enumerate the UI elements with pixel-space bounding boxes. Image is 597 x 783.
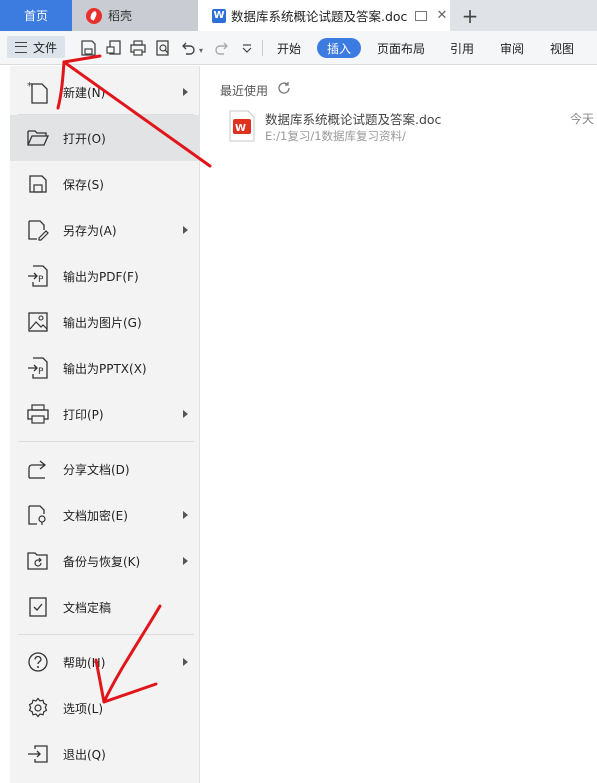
wps-doc-icon[interactable]: W (228, 110, 256, 142)
menu-item-label: 分享文档(D) (63, 462, 130, 477)
submenu-arrow-icon (183, 511, 188, 519)
tab-document[interactable]: W 数据库系统概论试题及答案.doc ✕ (198, 0, 450, 31)
menu-item-save[interactable]: 保存(S) (10, 161, 200, 207)
export-image-icon (26, 310, 50, 334)
menu-item-export-image[interactable]: 输出为图片(G) (10, 299, 200, 345)
ribbon-tab-review[interactable]: 审阅 (495, 38, 529, 58)
menu-item-label: 帮助(H) (63, 655, 106, 670)
daoke-logo-icon (86, 7, 102, 24)
menu-item-label: 输出为PDF(F) (63, 269, 139, 284)
tab-home-label: 首页 (23, 9, 48, 23)
menu-divider (18, 441, 194, 442)
menu-item-label: 退出(Q) (63, 747, 106, 762)
encrypt-icon (26, 503, 50, 527)
recent-file-path: E:/1复习/1数据库复习资料/ (265, 129, 406, 143)
menu-item-backup[interactable]: 备份与恢复(K) (10, 538, 200, 584)
submenu-arrow-icon (183, 658, 188, 666)
finalize-icon (26, 595, 50, 619)
help-icon (26, 650, 50, 674)
menu-item-new[interactable]: * 新建(N) (10, 69, 200, 115)
hamburger-icon (14, 41, 27, 53)
submenu-arrow-icon (183, 226, 188, 234)
menu-item-export-pdf[interactable]: P 输出为PDF(F) (10, 253, 200, 299)
redo-icon[interactable] (212, 38, 232, 58)
menu-item-save-as[interactable]: 另存为(A) (10, 207, 200, 253)
menu-item-label: 另存为(A) (63, 223, 117, 238)
menu-item-label: 打开(O) (63, 131, 106, 146)
menu-item-open[interactable]: 打开(O) (10, 115, 200, 161)
undo-icon[interactable] (178, 38, 198, 58)
close-tab-icon[interactable]: ✕ (436, 8, 447, 23)
svg-text:W: W (235, 123, 246, 134)
save-icon (26, 172, 50, 196)
word-doc-icon: W (212, 8, 226, 23)
submenu-arrow-icon (183, 410, 188, 418)
ribbon-tab-view[interactable]: 视图 (545, 38, 579, 58)
submenu-arrow-icon (183, 557, 188, 565)
menu-item-label: 选项(L) (63, 701, 104, 716)
export-pptx-icon: P (26, 356, 50, 380)
export-pdf-icon: P (26, 264, 50, 288)
svg-text:P: P (38, 275, 44, 285)
exit-icon (26, 742, 50, 766)
file-menu-label: 文件 (32, 40, 57, 55)
ribbon-tab-start[interactable]: 开始 (272, 38, 306, 58)
gear-icon (26, 696, 50, 720)
tab-daoke-label: 稻壳 (108, 9, 133, 23)
menu-item-label: 新建(N) (63, 85, 106, 100)
recent-title: 最近使用 (220, 84, 269, 98)
menu-divider (18, 634, 194, 635)
new-file-icon: * (26, 80, 50, 104)
export-toolbar-icon[interactable] (104, 38, 124, 58)
share-icon (26, 457, 50, 481)
save-toolbar-icon[interactable] (78, 38, 98, 58)
left-margin (0, 66, 10, 783)
backup-icon (26, 549, 50, 573)
svg-text:*: * (27, 81, 32, 92)
refresh-icon[interactable] (277, 81, 291, 95)
menu-item-label: 打印(P) (63, 407, 104, 422)
print-icon (26, 402, 50, 426)
menu-item-print[interactable]: 打印(P) (10, 391, 200, 437)
tab-home[interactable]: 首页 (0, 0, 72, 31)
menu-item-label: 输出为图片(G) (63, 315, 142, 330)
menu-item-options[interactable]: 选项(L) (10, 685, 200, 731)
ribbon-tab-insert[interactable]: 插入 (317, 38, 361, 58)
menu-item-help[interactable]: 帮助(H) (10, 639, 200, 685)
menu-item-encrypt[interactable]: 文档加密(E) (10, 492, 200, 538)
toolbar-divider (262, 40, 263, 56)
toolbar: 文件 ▾ 开始 插入 页面布局 引用 审阅 视图 (0, 31, 597, 65)
tab-document-label: 数据库系统概论试题及答案.doc (231, 9, 408, 24)
ribbon-tab-references[interactable]: 引用 (445, 38, 479, 58)
file-menu-button[interactable]: 文件 (7, 36, 65, 58)
menu-item-label: 保存(S) (63, 177, 104, 192)
menu-item-label: 输出为PPTX(X) (63, 361, 147, 376)
submenu-arrow-icon (183, 88, 188, 96)
menu-item-share[interactable]: 分享文档(D) (10, 446, 200, 492)
print-preview-icon[interactable] (153, 38, 173, 58)
float-window-icon[interactable] (415, 10, 428, 21)
undo-dropdown-icon[interactable]: ▾ (199, 46, 203, 55)
menu-item-label: 文档加密(E) (63, 508, 128, 523)
menu-item-exit[interactable]: 退出(Q) (10, 731, 200, 777)
menu-item-label: 文档定稿 (63, 600, 112, 615)
svg-text:P: P (38, 367, 44, 377)
ribbon-tab-page-layout[interactable]: 页面布局 (373, 38, 429, 58)
recent-file-name[interactable]: 数据库系统概论试题及答案.doc (265, 109, 441, 128)
menu-item-label: 备份与恢复(K) (63, 554, 141, 569)
save-as-icon (26, 218, 50, 242)
print-toolbar-icon[interactable] (128, 38, 148, 58)
recent-file-time: 今天 (570, 112, 595, 126)
folder-open-icon (26, 126, 50, 150)
new-tab-button[interactable]: + (458, 0, 482, 31)
tab-daoke[interactable]: 稻壳 (72, 0, 198, 31)
menu-item-finalize[interactable]: 文档定稿 (10, 584, 200, 630)
customize-dropdown-icon[interactable] (237, 38, 257, 58)
menu-item-export-pptx[interactable]: P 输出为PPTX(X) (10, 345, 200, 391)
